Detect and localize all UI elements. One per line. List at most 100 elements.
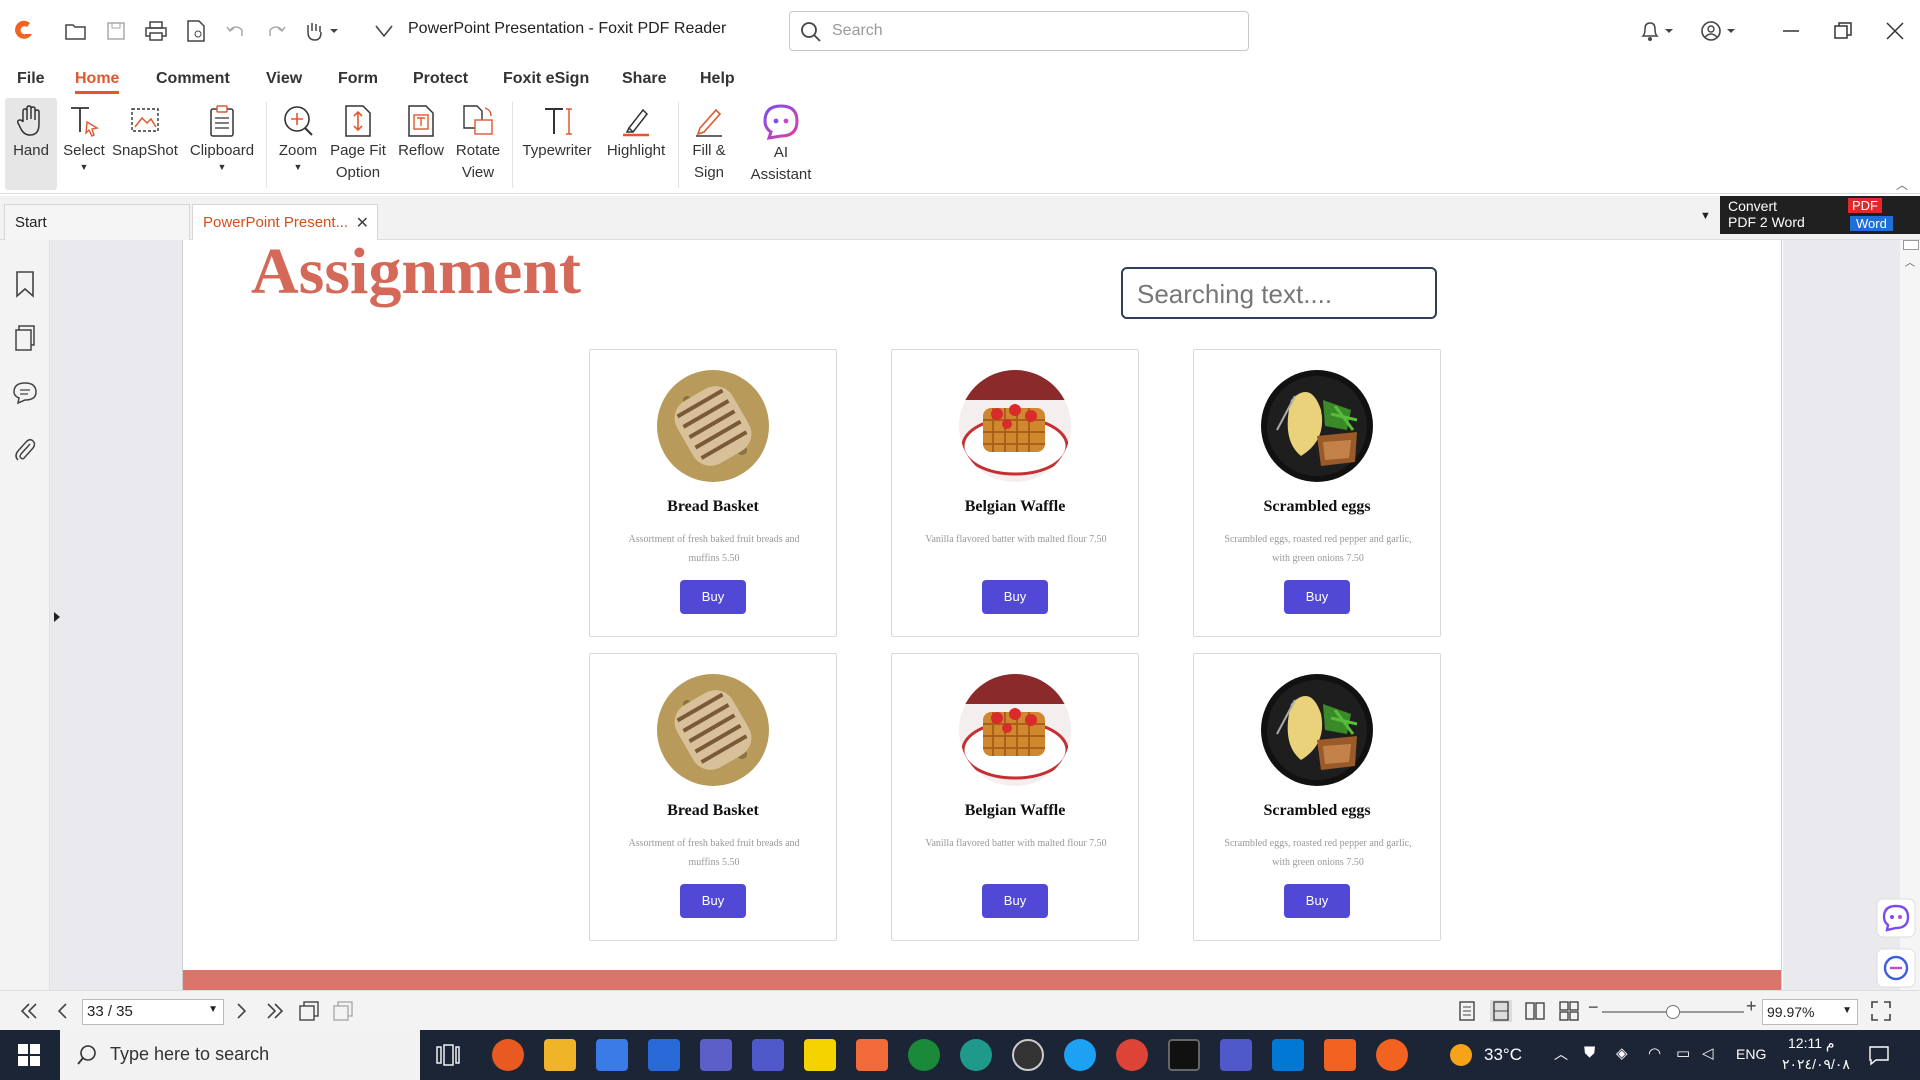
convert-pdf-to-word-banner[interactable]: Convert PDF 2 Word PDF Word bbox=[1720, 196, 1920, 234]
page-dropdown-icon[interactable]: ▼ bbox=[208, 1004, 218, 1015]
tab-protect[interactable]: Protect bbox=[413, 70, 468, 88]
chrome-icon[interactable] bbox=[1116, 1039, 1148, 1071]
teams-classic-icon[interactable] bbox=[1220, 1039, 1252, 1071]
customize-toolbar-icon[interactable] bbox=[370, 17, 398, 45]
select-tool-button[interactable]: Select ▼ bbox=[60, 98, 108, 190]
save-as-icon[interactable] bbox=[182, 17, 210, 45]
battery-icon[interactable]: ▭ bbox=[1676, 1044, 1690, 1062]
clock-time[interactable]: 12:11 م bbox=[1788, 1035, 1835, 1052]
rotate-view-button[interactable]: Rotate View bbox=[450, 98, 506, 190]
mail-icon[interactable] bbox=[648, 1039, 680, 1071]
global-search-field[interactable] bbox=[789, 11, 1249, 51]
minimize-icon[interactable] bbox=[1774, 14, 1808, 48]
facing-view-icon[interactable] bbox=[1524, 1000, 1546, 1022]
buy-button[interactable]: Buy bbox=[680, 884, 746, 918]
clipboard-dropdown-caret-icon[interactable]: ▼ bbox=[218, 162, 227, 172]
vscode-icon[interactable] bbox=[1272, 1039, 1304, 1071]
select-dropdown-caret-icon[interactable]: ▼ bbox=[80, 162, 89, 172]
mongodb-icon[interactable] bbox=[908, 1039, 940, 1071]
video-editor-icon[interactable] bbox=[700, 1039, 732, 1071]
windows-start-icon[interactable] bbox=[18, 1044, 40, 1066]
tab-view[interactable]: View bbox=[266, 70, 302, 88]
account-icon[interactable] bbox=[1698, 14, 1742, 48]
tab-foxit-esign[interactable]: Foxit eSign bbox=[503, 70, 589, 88]
previous-page-icon[interactable] bbox=[52, 1000, 74, 1022]
comments-icon[interactable] bbox=[12, 380, 38, 406]
hand-tool-button[interactable]: Hand bbox=[5, 98, 57, 190]
buy-button[interactable]: Buy bbox=[982, 884, 1048, 918]
tray-overflow-icon[interactable]: ︿ bbox=[1554, 1044, 1568, 1064]
tab-start[interactable]: Start bbox=[4, 204, 190, 240]
buy-button[interactable]: Buy bbox=[1284, 884, 1350, 918]
redo-icon[interactable] bbox=[262, 17, 290, 45]
scroll-up-arrow-icon[interactable]: ︿ bbox=[1905, 254, 1915, 269]
taskbar-app-icon[interactable] bbox=[492, 1039, 524, 1071]
tab-share[interactable]: Share bbox=[622, 70, 666, 88]
ai-assistant-button[interactable]: AI Assistant bbox=[746, 98, 816, 190]
ai-chat-float-icon[interactable] bbox=[1876, 898, 1916, 938]
open-folder-icon[interactable] bbox=[62, 17, 90, 45]
zoom-dropdown-caret-icon[interactable]: ▼ bbox=[294, 162, 303, 172]
edge-browser-icon[interactable] bbox=[960, 1039, 992, 1071]
notifications-bell-icon[interactable] bbox=[1636, 14, 1680, 48]
zoom-button[interactable]: Zoom ▼ bbox=[272, 98, 324, 190]
tab-home[interactable]: Home bbox=[75, 70, 120, 94]
continuous-view-icon[interactable] bbox=[1490, 1000, 1512, 1022]
buy-button[interactable]: Buy bbox=[680, 580, 746, 614]
zoom-dropdown-icon[interactable]: ▼ bbox=[1842, 1005, 1852, 1016]
notification-center-icon[interactable] bbox=[1868, 1044, 1890, 1066]
foxit-reader-taskbar-icon[interactable] bbox=[1324, 1039, 1356, 1071]
network-icon[interactable]: ◈ bbox=[1616, 1044, 1628, 1062]
tab-file[interactable]: File bbox=[17, 70, 45, 88]
zoom-in-icon[interactable]: + bbox=[1746, 996, 1757, 1017]
media-player-icon[interactable] bbox=[804, 1039, 836, 1071]
first-page-icon[interactable] bbox=[18, 1000, 40, 1022]
tab-list-dropdown-icon[interactable]: ▼ bbox=[1700, 210, 1711, 222]
xampp-icon[interactable] bbox=[856, 1039, 888, 1071]
buy-button[interactable]: Buy bbox=[1284, 580, 1350, 614]
page-number-field[interactable]: 33 / 35 ▼ bbox=[82, 999, 224, 1025]
pages-thumbnail-icon[interactable] bbox=[12, 324, 38, 352]
weather-icon[interactable] bbox=[1450, 1044, 1472, 1066]
next-view-icon[interactable] bbox=[332, 1000, 354, 1022]
reflow-button[interactable]: Reflow bbox=[394, 98, 448, 190]
zoom-slider[interactable] bbox=[1602, 1005, 1744, 1019]
vertical-scrollbar[interactable]: ︿ bbox=[1900, 240, 1920, 990]
tab-current-document[interactable]: PowerPoint Present... ✕ bbox=[192, 204, 378, 240]
attachment-icon[interactable] bbox=[12, 436, 38, 464]
restore-icon[interactable] bbox=[1826, 14, 1860, 48]
wifi-icon[interactable]: ◠ bbox=[1648, 1044, 1661, 1062]
zoom-slider-knob[interactable] bbox=[1666, 1005, 1680, 1019]
taskbar-search-box[interactable]: Type here to search bbox=[60, 1030, 420, 1080]
zoom-level-field[interactable]: 99.97% ▼ bbox=[1762, 999, 1858, 1025]
typewriter-button[interactable]: Typewriter bbox=[518, 98, 596, 190]
scrollbar-thumb[interactable] bbox=[1903, 240, 1919, 250]
terminal-icon[interactable] bbox=[1168, 1039, 1200, 1071]
undo-icon[interactable] bbox=[222, 17, 250, 45]
clipboard-button[interactable]: Clipboard ▼ bbox=[184, 98, 260, 190]
zoom-out-icon[interactable]: − bbox=[1588, 997, 1599, 1018]
page-fit-option-button[interactable]: Page Fit Option bbox=[326, 98, 390, 190]
print-icon[interactable] bbox=[142, 17, 170, 45]
continuous-facing-view-icon[interactable] bbox=[1558, 1000, 1580, 1022]
global-search-input[interactable] bbox=[832, 20, 1232, 42]
highlight-button[interactable]: Highlight bbox=[600, 98, 672, 190]
foxit-app-icon[interactable] bbox=[1376, 1039, 1408, 1071]
close-window-icon[interactable] bbox=[1878, 14, 1912, 48]
tab-help[interactable]: Help bbox=[700, 70, 735, 88]
clock-date[interactable]: ٢٠٢٤/٠٩/٠٨ bbox=[1782, 1056, 1850, 1073]
volume-icon[interactable]: ◁ bbox=[1702, 1044, 1714, 1062]
snapshot-button[interactable]: SnapShot bbox=[112, 98, 178, 190]
fill-sign-button[interactable]: Fill & Sign bbox=[684, 98, 734, 190]
expand-panel-arrow-icon[interactable] bbox=[52, 610, 62, 624]
teams-icon[interactable] bbox=[752, 1039, 784, 1071]
buy-button[interactable]: Buy bbox=[982, 580, 1048, 614]
file-explorer-icon[interactable] bbox=[544, 1039, 576, 1071]
collapse-ribbon-icon[interactable]: ︿ bbox=[1896, 176, 1908, 193]
security-icon[interactable]: ⛊ bbox=[1584, 1044, 1595, 1061]
microsoft-store-icon[interactable] bbox=[596, 1039, 628, 1071]
last-page-icon[interactable] bbox=[264, 1000, 286, 1022]
obs-icon[interactable] bbox=[1012, 1039, 1044, 1071]
task-view-icon[interactable] bbox=[436, 1044, 460, 1066]
hand-tool-dropdown-icon[interactable] bbox=[302, 17, 342, 45]
